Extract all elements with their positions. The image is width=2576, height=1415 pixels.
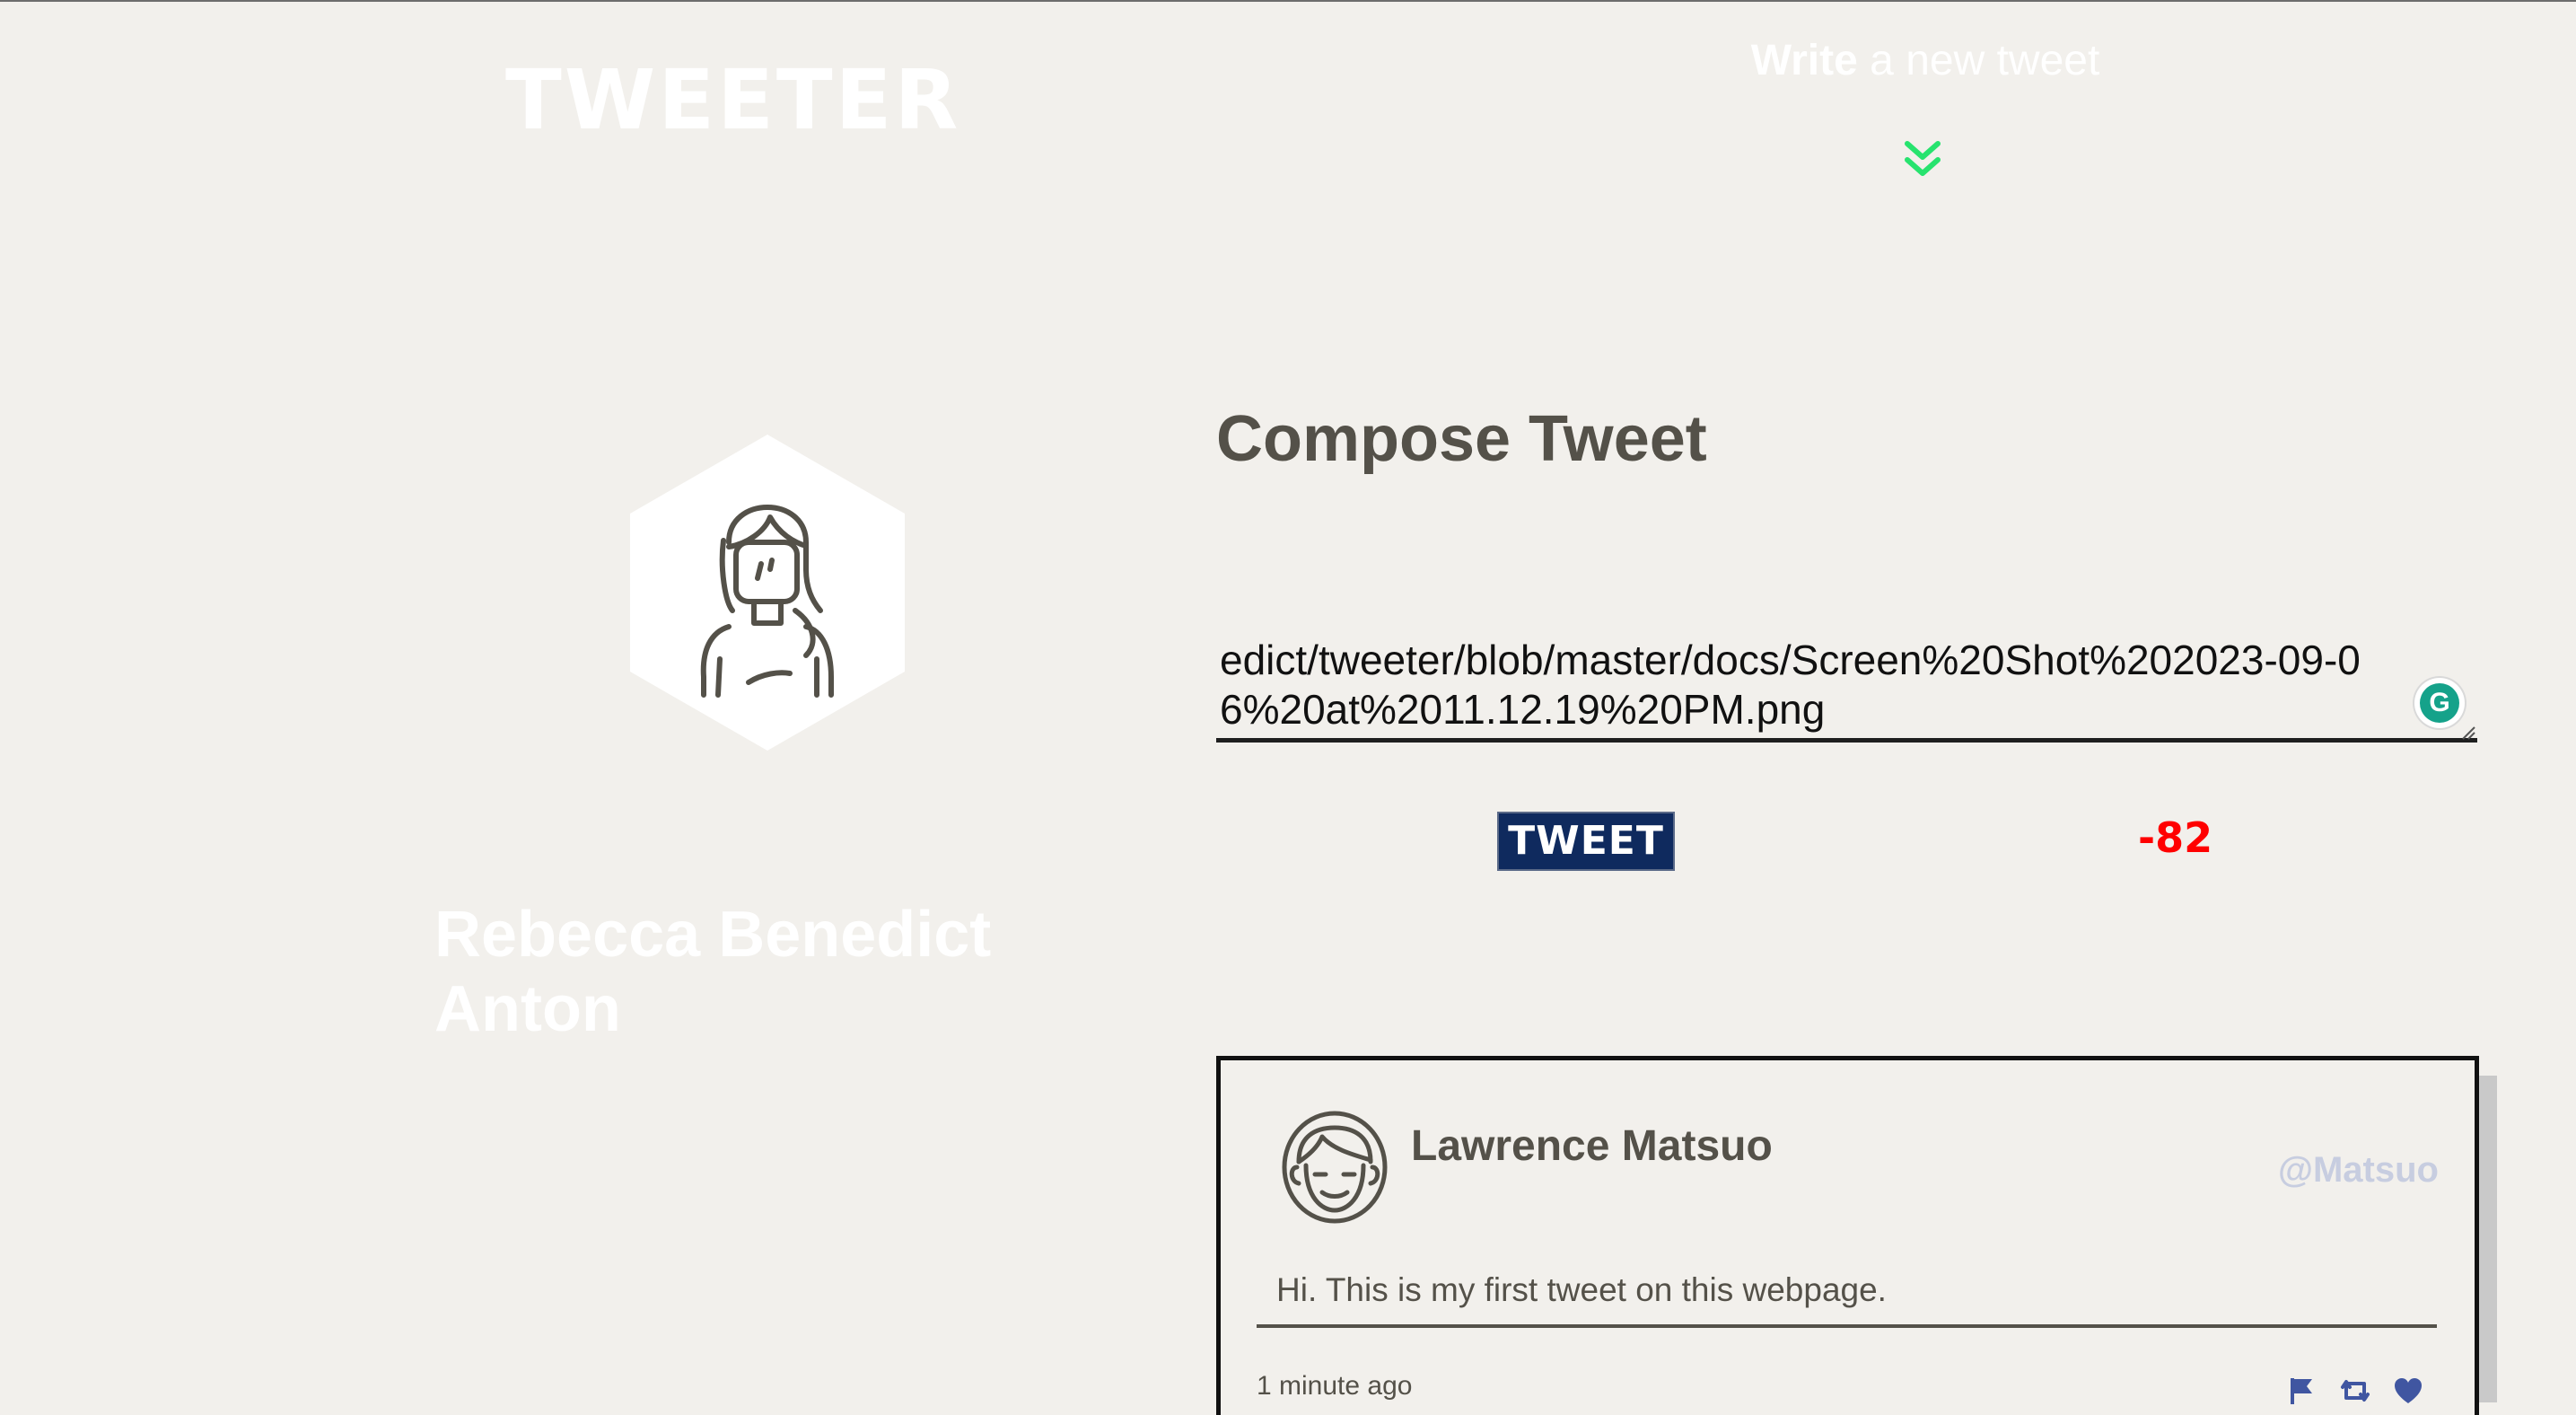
double-chevron-down-icon[interactable] [1902,138,1943,180]
resize-handle-icon[interactable] [2459,724,2475,740]
write-new-tweet-link[interactable]: Write a new tweet [1750,40,2100,83]
tweet-timestamp: 1 minute ago [1257,1371,1413,1401]
grammarly-glyph: G [2420,683,2459,723]
tweet-textarea[interactable]: edict/tweeter/blob/master/docs/Screen%20… [1216,607,2477,743]
grammarly-icon[interactable]: G [2414,678,2465,728]
character-counter: -82 [2138,813,2213,862]
man-avatar-icon [1282,1111,1388,1224]
write-new-tweet-rest: a new tweet [1857,37,2100,84]
tweet-divider [1257,1324,2437,1328]
tweet-submit-button[interactable]: TWEET [1497,812,1675,871]
profile-avatar [630,435,905,751]
retweet-icon[interactable] [2339,1376,2371,1410]
top-border [0,0,2576,2]
profile-name: Rebecca Benedict Anton [434,899,992,1045]
compose-title: Compose Tweet [1216,403,1707,475]
tweet-content: Hi. This is my first tweet on this webpa… [1276,1271,1887,1308]
tweet-textarea-value: edict/tweeter/blob/master/docs/Screen%20… [1220,637,2361,733]
write-new-tweet-prefix: Write [1750,37,1858,84]
heart-icon[interactable] [2393,1376,2423,1410]
tweet-author-name: Lawrence Matsuo [1411,1122,1773,1170]
flag-icon[interactable] [2289,1376,2316,1410]
brand-logo[interactable]: TWEETER [505,59,960,142]
tweet-card: Lawrence Matsuo @Matsuo Hi. This is my f… [1216,1056,2479,1415]
tweet-author-handle: @Matsuo [2277,1150,2439,1190]
